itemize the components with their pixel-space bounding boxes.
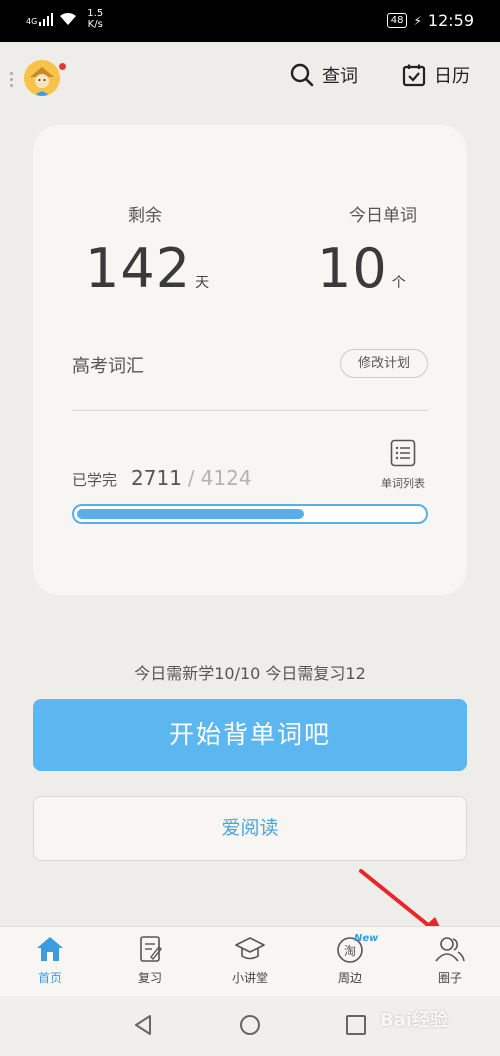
taobao-char: 淘	[344, 944, 356, 958]
today-words-label: 今日单词	[349, 206, 417, 226]
plan-name: 高考词汇	[72, 356, 144, 377]
home-icon	[37, 937, 63, 961]
search-word-label: 查词	[322, 66, 358, 87]
more-dots-icon[interactable]	[10, 72, 13, 90]
tab-peripheral[interactable]: New 淘 周边	[310, 933, 390, 986]
tab-circle[interactable]: 圈子	[410, 935, 490, 986]
today-words-stat: 今日单词	[303, 201, 463, 226]
battery-icon: 48	[386, 13, 408, 28]
word-list-button[interactable]: 单词列表	[373, 439, 433, 491]
signal-icon	[39, 12, 54, 26]
learned-separator: /	[187, 466, 195, 490]
learned-progress-text: 已学完 2711 / 4124	[72, 466, 252, 490]
status-bar-left: 4G 1.5 K/s	[26, 8, 103, 30]
remaining-days-unit: 天	[195, 275, 210, 291]
calendar-button[interactable]: 日历	[402, 62, 470, 88]
tab-lecture-label: 小讲堂	[231, 971, 268, 985]
tab-lecture[interactable]: 小讲堂	[210, 935, 290, 986]
wifi-icon	[60, 12, 77, 25]
remaining-days-value: 142 天	[85, 237, 209, 300]
bottom-tab-bar: 首页 复习 小讲堂 New 淘 周边 圈子	[0, 926, 500, 996]
back-icon[interactable]	[132, 1014, 154, 1036]
review-icon	[140, 936, 162, 962]
remaining-days-stat: 剩余	[85, 201, 205, 226]
status-bar: 4G 1.5 K/s 48 ⚡ 12:59	[0, 0, 500, 42]
recent-apps-icon[interactable]	[345, 1014, 367, 1036]
new-badge: New	[354, 933, 379, 944]
learning-progress-bar	[72, 504, 428, 524]
signal-group: 4G	[26, 12, 54, 26]
graduation-cap-icon	[235, 937, 265, 960]
tab-circle-label: 圈子	[437, 971, 462, 985]
charging-icon: ⚡	[413, 13, 422, 28]
card-divider	[72, 410, 428, 411]
group-icon	[435, 937, 465, 962]
tab-home-label: 首页	[37, 971, 62, 985]
app-header: 查词 日历	[0, 50, 500, 106]
notification-dot	[59, 63, 66, 70]
tab-home[interactable]: 首页	[10, 935, 90, 986]
reading-button[interactable]: 爱阅读	[33, 796, 467, 861]
tab-review[interactable]: 复习	[110, 935, 190, 986]
status-bar-right: 48 ⚡ 12:59	[386, 11, 474, 30]
calendar-label: 日历	[434, 66, 470, 87]
search-icon	[290, 63, 314, 87]
network-speed: 1.5 K/s	[87, 8, 103, 30]
total-count: 4124	[200, 466, 252, 490]
home-nav-icon[interactable]	[239, 1014, 261, 1036]
search-word-button[interactable]: 查词	[290, 62, 358, 88]
start-learning-button[interactable]: 开始背单词吧	[33, 699, 467, 771]
network-type: 4G	[26, 17, 38, 26]
study-plan-card: 剩余 今日单词 142 天 10 个 高考词汇 修改计划 已学完 2711 / …	[33, 125, 467, 595]
status-time: 12:59	[427, 11, 474, 30]
edit-plan-button[interactable]: 修改计划	[340, 349, 428, 378]
learned-label: 已学完	[72, 471, 118, 489]
tab-review-label: 复习	[137, 971, 162, 985]
today-words-value: 10 个	[317, 237, 406, 300]
avatar[interactable]	[24, 60, 60, 96]
learned-count: 2711	[131, 466, 182, 490]
daily-summary: 今日需新学10/10 今日需复习12	[134, 664, 366, 683]
network-speed-unit: K/s	[87, 19, 103, 30]
tab-peripheral-label: 周边	[337, 971, 362, 985]
remaining-days-number: 142	[85, 237, 192, 300]
baidu-watermark: Bai经验	[380, 1010, 449, 1031]
word-list-icon	[390, 439, 416, 467]
word-list-label: 单词列表	[381, 477, 425, 490]
remaining-label: 剩余	[128, 206, 162, 226]
learning-progress-fill	[77, 509, 305, 519]
today-words-unit: 个	[391, 275, 406, 291]
avatar-character-icon	[24, 60, 60, 96]
calendar-icon	[402, 64, 426, 87]
network-speed-value: 1.5	[87, 8, 104, 19]
today-words-number: 10	[317, 237, 388, 300]
